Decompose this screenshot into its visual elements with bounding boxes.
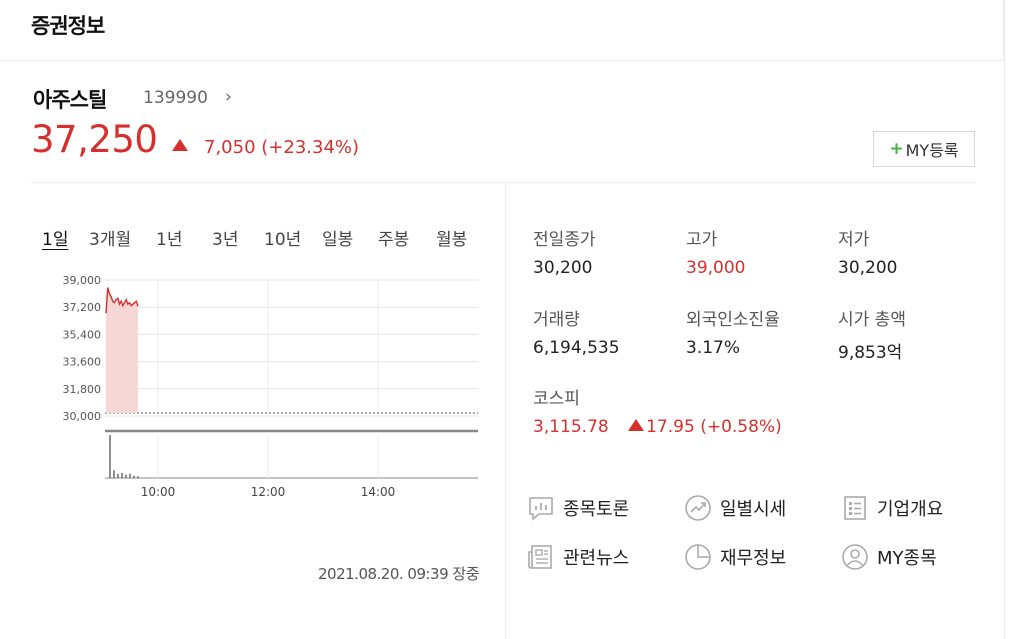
stat-value: 3.17% bbox=[686, 338, 741, 358]
link-label: 관련뉴스 bbox=[563, 548, 630, 569]
stat-market-cap: 시가 총액 9,853억 bbox=[838, 305, 906, 363]
up-arrow-icon bbox=[172, 139, 188, 151]
link-discussion[interactable]: 종목토론 bbox=[527, 494, 629, 522]
x-tick-label: 10:00 bbox=[141, 485, 176, 499]
link-label: 종목토론 bbox=[563, 499, 630, 520]
user-circle-icon bbox=[842, 544, 868, 570]
y-tick-label: 35,400 bbox=[63, 328, 102, 341]
link-daily-price[interactable]: 일별시세 bbox=[684, 494, 786, 522]
link-company-overview[interactable]: 기업개요 bbox=[841, 494, 943, 522]
document-list-icon bbox=[844, 496, 866, 520]
header: 증권정보 bbox=[0, 0, 1004, 61]
price-timestamp: 2021.08.20. 09:39 장중 bbox=[318, 565, 480, 583]
tab-1d[interactable]: 1일 bbox=[42, 225, 68, 250]
chevron-right-icon[interactable]: › bbox=[225, 87, 232, 107]
intraday-price-chart[interactable]: 39,000 37,200 35,400 33,600 31,800 30,000 10:0… bbox=[45, 263, 485, 508]
tab-monthly[interactable]: 월봉 bbox=[436, 225, 467, 250]
page-title: 증권정보 bbox=[31, 14, 105, 38]
x-tick-label: 14:00 bbox=[361, 485, 396, 499]
tab-10y[interactable]: 10년 bbox=[264, 225, 301, 250]
kospi-change-amount: 17.95 bbox=[646, 417, 695, 437]
link-label: MY종목 bbox=[877, 548, 937, 569]
link-label: 일별시세 bbox=[720, 499, 787, 520]
stat-value: 9,853억 bbox=[838, 343, 903, 363]
stat-label: 전일종가 bbox=[533, 230, 596, 250]
stat-label: 외국인소진율 bbox=[686, 310, 780, 330]
x-tick-label: 12:00 bbox=[251, 485, 286, 499]
kospi-label: 코스피 bbox=[533, 389, 580, 409]
up-arrow-icon bbox=[628, 419, 645, 431]
y-tick-label: 39,000 bbox=[63, 274, 102, 287]
chat-chart-icon bbox=[529, 497, 553, 521]
link-financial-info[interactable]: 재무정보 bbox=[684, 543, 786, 571]
link-related-news[interactable]: 관련뉴스 bbox=[527, 543, 629, 571]
change-percent: (+23.34%) bbox=[261, 137, 360, 158]
kospi-value-row: 3,115.78 17.95 (+0.58%) bbox=[533, 417, 782, 437]
y-tick-label: 31,800 bbox=[63, 383, 102, 396]
tab-3m[interactable]: 3개월 bbox=[89, 225, 131, 250]
stock-code[interactable]: 139990 bbox=[143, 88, 208, 108]
stock-name[interactable]: 아주스틸 bbox=[33, 84, 107, 114]
stat-kospi: 코스피 3,115.78 17.95 (+0.58%) bbox=[533, 384, 782, 437]
kospi-value: 3,115.78 bbox=[533, 417, 609, 437]
y-tick-label: 30,000 bbox=[63, 410, 102, 423]
y-tick-label: 37,200 bbox=[63, 301, 102, 314]
price-change: 7,050 (+23.34%) bbox=[204, 137, 359, 158]
stat-prev-close: 전일종가 30,200 bbox=[533, 225, 596, 278]
link-label: 재무정보 bbox=[720, 548, 787, 569]
tab-3y[interactable]: 3년 bbox=[212, 225, 238, 250]
divider bbox=[31, 182, 975, 183]
stat-foreign-ratio: 외국인소진율 3.17% bbox=[686, 305, 780, 358]
plus-icon: + bbox=[889, 139, 904, 159]
stat-label: 거래량 bbox=[533, 310, 580, 330]
stat-value: 30,200 bbox=[838, 258, 898, 278]
stat-label: 고가 bbox=[686, 230, 718, 250]
kospi-change-percent: (+0.58%) bbox=[700, 417, 782, 437]
link-label: 기업개요 bbox=[877, 499, 944, 520]
change-amount: 7,050 bbox=[204, 137, 256, 158]
stat-value: 39,000 bbox=[686, 258, 746, 278]
trend-circle-icon bbox=[685, 495, 711, 521]
y-tick-label: 33,600 bbox=[63, 356, 102, 369]
stat-value: 30,200 bbox=[533, 258, 593, 278]
divider bbox=[505, 183, 506, 639]
tab-daily[interactable]: 일봉 bbox=[322, 225, 353, 250]
tab-1y[interactable]: 1년 bbox=[156, 225, 182, 250]
stat-label: 시가 총액 bbox=[838, 310, 906, 330]
stat-label: 저가 bbox=[838, 230, 870, 250]
tab-weekly[interactable]: 주봉 bbox=[378, 225, 409, 250]
kospi-change: 17.95 (+0.58%) bbox=[628, 417, 782, 437]
stat-volume: 거래량 6,194,535 bbox=[533, 305, 620, 358]
stat-high: 고가 39,000 bbox=[686, 225, 745, 278]
news-icon bbox=[528, 545, 552, 569]
stat-value: 6,194,535 bbox=[533, 338, 620, 358]
current-price: 37,250 bbox=[31, 118, 158, 161]
my-register-button[interactable]: + MY등록 bbox=[873, 131, 975, 167]
my-register-label: MY등록 bbox=[905, 141, 959, 160]
panel-border bbox=[1004, 0, 1005, 639]
link-my-stocks[interactable]: MY종목 bbox=[841, 543, 937, 571]
stat-low: 저가 30,200 bbox=[838, 225, 897, 278]
pie-chart-icon bbox=[685, 544, 711, 570]
price-area bbox=[106, 287, 138, 413]
